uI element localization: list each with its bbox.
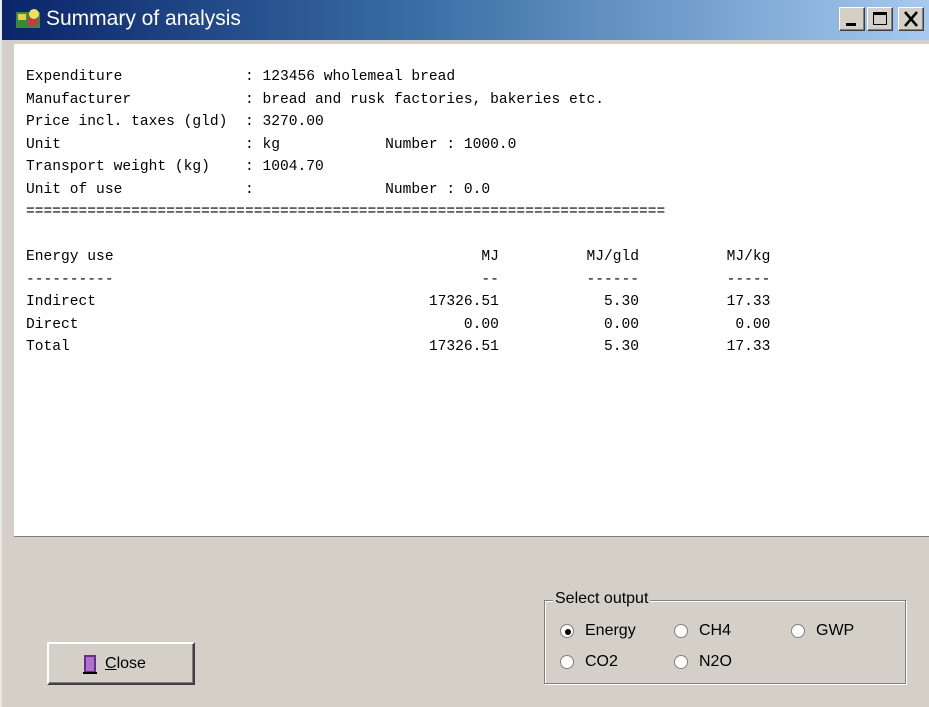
window-title: Summary of analysis [46,7,241,30]
energy-row-direct: Direct 0.00 0.00 0.00 [26,316,771,333]
energy-header: Energy use MJ MJ/gld MJ/kg [26,249,771,265]
report-line: Transport weight (kg) : 1004.70 [26,159,324,175]
summary-window: Summary of analysis Expenditure : 123456… [0,0,929,707]
radio-circle [674,655,688,669]
close-button[interactable]: Close [47,642,195,685]
maximize-icon [873,12,887,25]
report-area[interactable]: Expenditure : 123456 wholemeal bread Man… [14,44,929,537]
radio-circle [674,624,688,638]
radio-selected-dot [565,629,571,635]
minimize-icon [846,23,856,26]
title-bar[interactable]: Summary of analysis [2,0,929,40]
report-line: Expenditure : 123456 wholemeal bread [26,69,456,85]
close-button-label: Close [105,655,146,672]
separator-line: ========================================… [26,204,666,220]
minimize-button[interactable] [839,7,865,31]
select-output-group [544,600,906,684]
app-icon [16,9,40,28]
report-line: Unit : kg Number : 1000.0 [26,136,517,153]
radio-circle [560,624,574,638]
report-line: Unit of use : Number : 0.0 [26,181,491,198]
maximize-button[interactable] [867,7,893,31]
report-line: Manufacturer : bread and rusk factories,… [26,91,605,108]
close-window-button[interactable] [898,7,924,31]
report-text: Expenditure : 123456 wholemeal bread Man… [26,66,770,359]
door-exit-icon [83,655,97,674]
energy-underline: ---------- -- ------ ----- [26,271,771,288]
radio-circle [560,655,574,669]
select-output-legend: Select output [553,590,651,608]
close-icon [904,11,918,27]
energy-row-indirect: Indirect 17326.51 5.30 17.33 [26,294,771,310]
radio-circle [791,624,805,638]
energy-row-total: Total 17326.51 5.30 17.33 [26,339,771,355]
report-line: Price incl. taxes (gld) : 3270.00 [26,114,324,130]
